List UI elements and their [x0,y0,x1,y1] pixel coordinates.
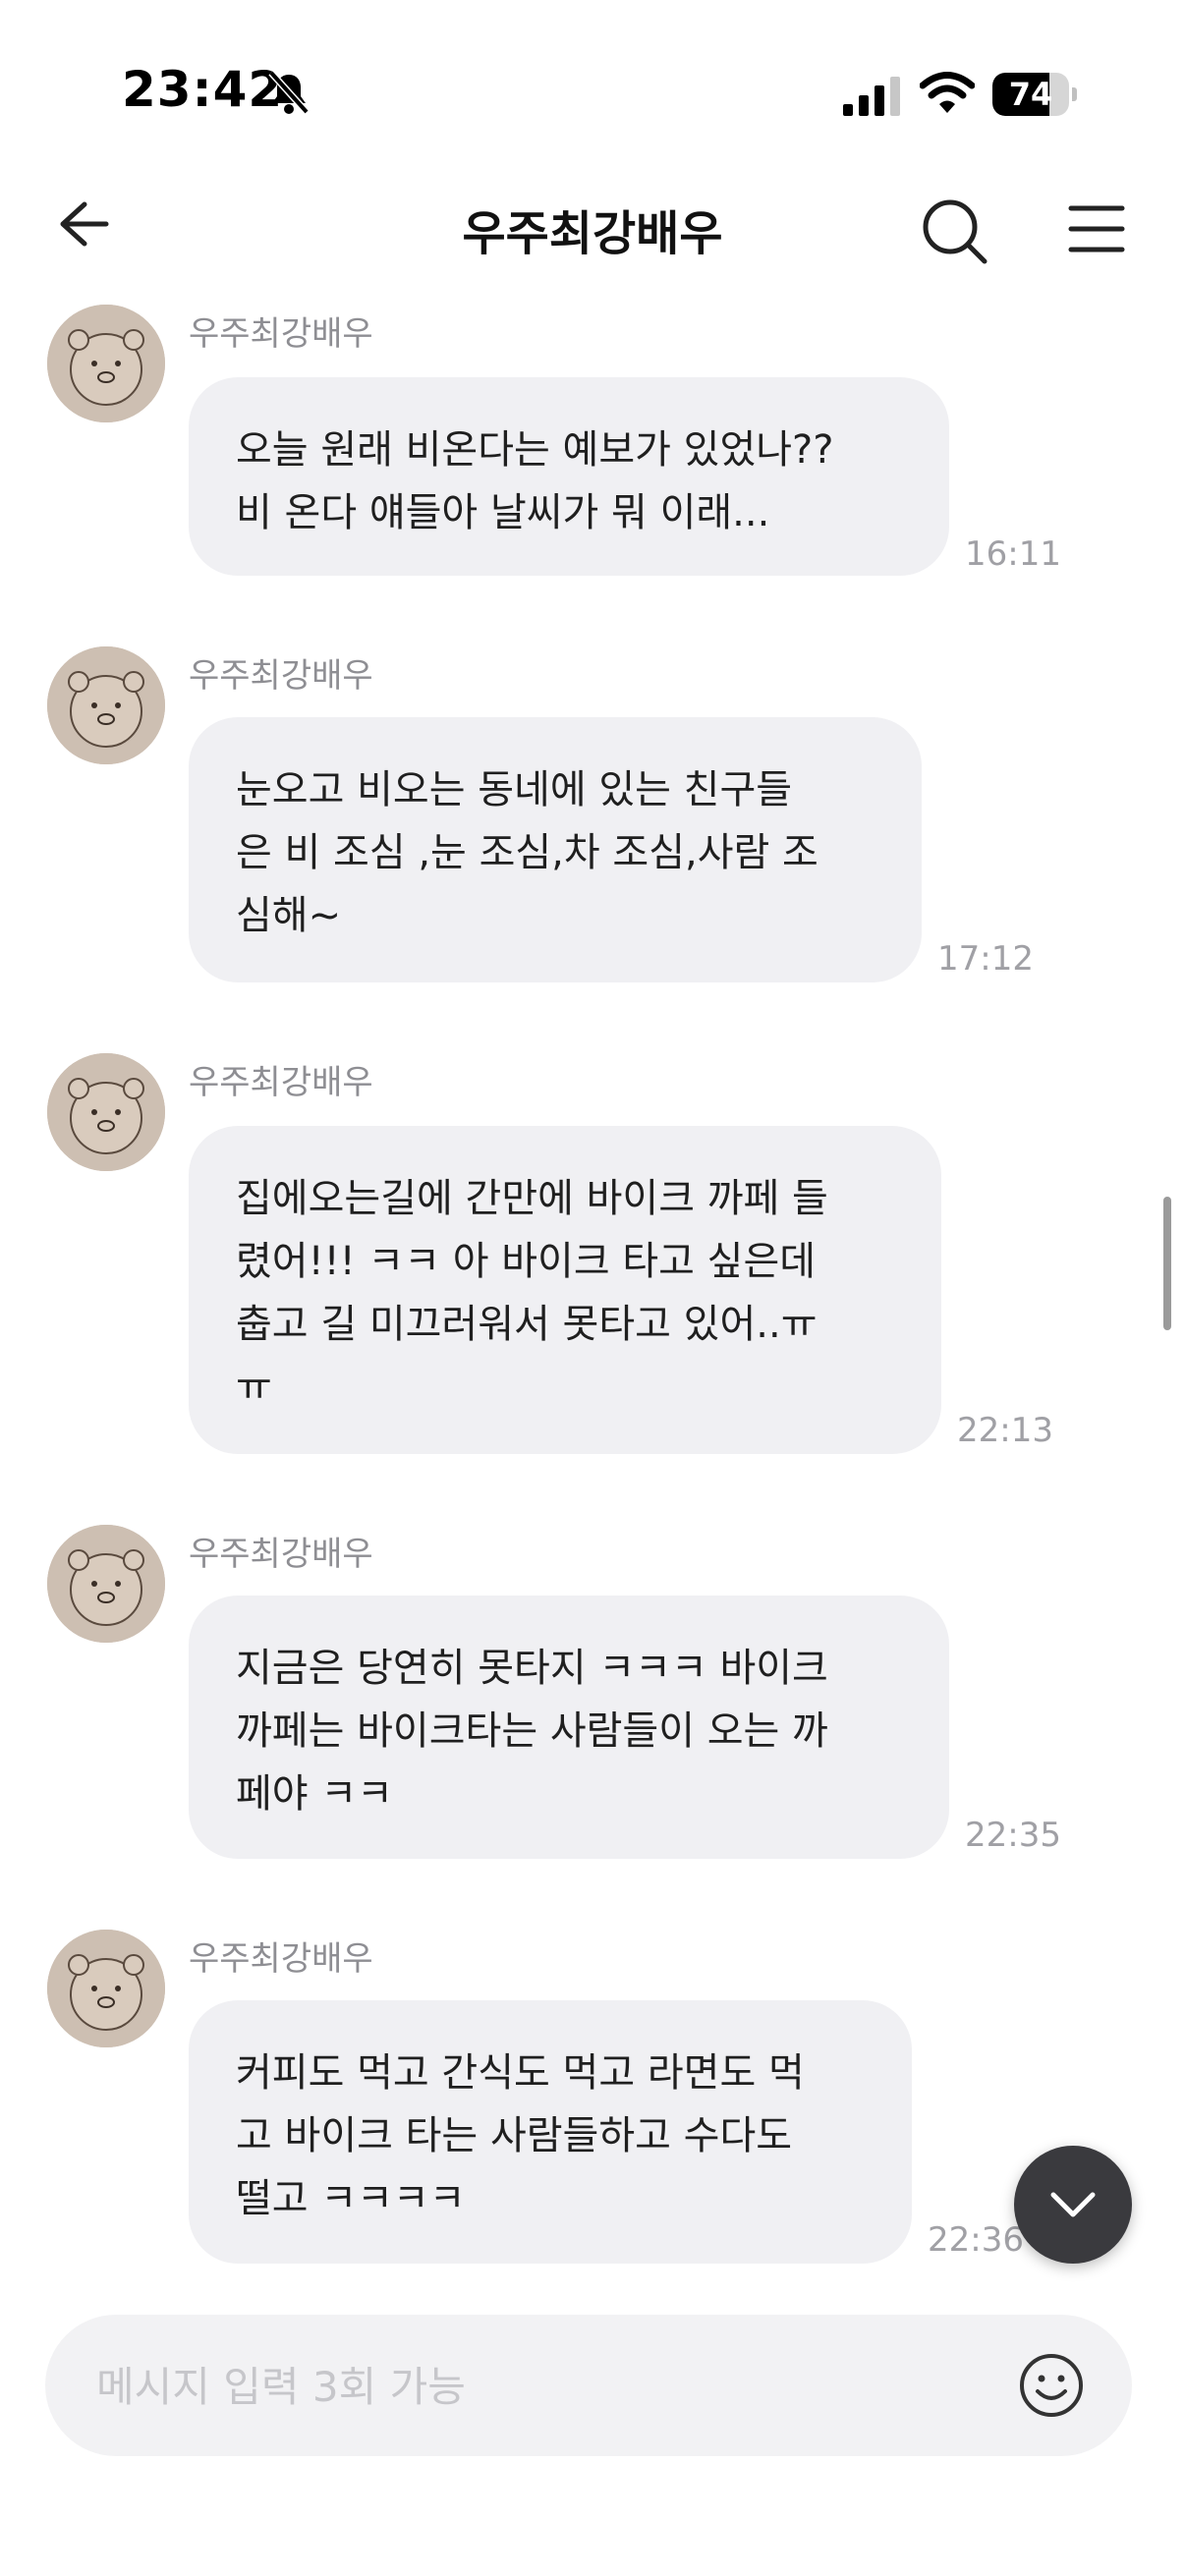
message-bubble[interactable]: 집에오는길에 간만에 바이크 까페 들 렸어!!! ㅋㅋ 아 바이크 타고 싶은… [189,1126,941,1454]
menu-button[interactable] [1067,202,1126,255]
bear-avatar-icon [47,1525,165,1643]
chevron-down-icon [1050,2192,1096,2217]
avatar[interactable] [47,305,165,422]
scroll-to-bottom-button[interactable] [1014,2146,1132,2264]
message-bubble[interactable]: 오늘 원래 비온다는 예보가 있었나?? 비 온다 얘들아 날씨가 뭐 이래..… [189,377,949,576]
avatar[interactable] [47,646,165,764]
message-bubble[interactable]: 지금은 당연히 못타지 ㅋㅋㅋ 바이크 까페는 바이크타는 사람들이 오는 까 … [189,1596,949,1859]
bear-avatar-icon [47,1930,165,2047]
sender-name: 우주최강배우 [189,314,373,354]
sender-name: 우주최강배우 [189,1535,373,1574]
avatar[interactable] [47,1525,165,1643]
battery-level: 74 [1008,76,1053,113]
bear-avatar-icon [47,305,165,422]
cellular-signal-icon [843,77,900,116]
message-time: 22:36 [928,2220,1024,2260]
message-time: 22:13 [957,1411,1053,1450]
message-time: 17:12 [937,939,1034,979]
message-input-bar [45,2315,1132,2458]
sender-name: 우주최강배우 [189,1939,373,1979]
avatar[interactable] [47,1930,165,2047]
message-bubble[interactable]: 눈오고 비오는 동네에 있는 친구들 은 비 조심 ,눈 조심,차 조심,사람 … [189,717,922,982]
bear-avatar-icon [47,646,165,764]
smiley-icon[interactable] [1018,2352,1085,2419]
message-time: 16:11 [965,534,1061,574]
message-time: 22:35 [965,1816,1061,1855]
sender-name: 우주최강배우 [189,1063,373,1102]
sender-name: 우주최강배우 [189,656,373,696]
message-bubble[interactable]: 커피도 먹고 간식도 먹고 라면도 먹 고 바이크 타는 사람들하고 수다도 떨… [189,2000,912,2264]
chat-title: 우주최강배우 [462,206,723,261]
search-button[interactable] [920,196,990,267]
battery-indicator: 74 [992,73,1077,116]
scrollbar[interactable] [1163,1197,1171,1330]
message-input[interactable] [94,2315,1002,2458]
bear-avatar-icon [47,1053,165,1171]
status-time: 23:42 [122,61,284,118]
chat-screen: 23:42 74 우주최강배우 우주최강배우 오늘 원래 비온다는 예보가 있었… [0,0,1185,2576]
bell-slash-icon [268,70,310,115]
avatar[interactable] [47,1053,165,1171]
wifi-icon [920,72,975,113]
